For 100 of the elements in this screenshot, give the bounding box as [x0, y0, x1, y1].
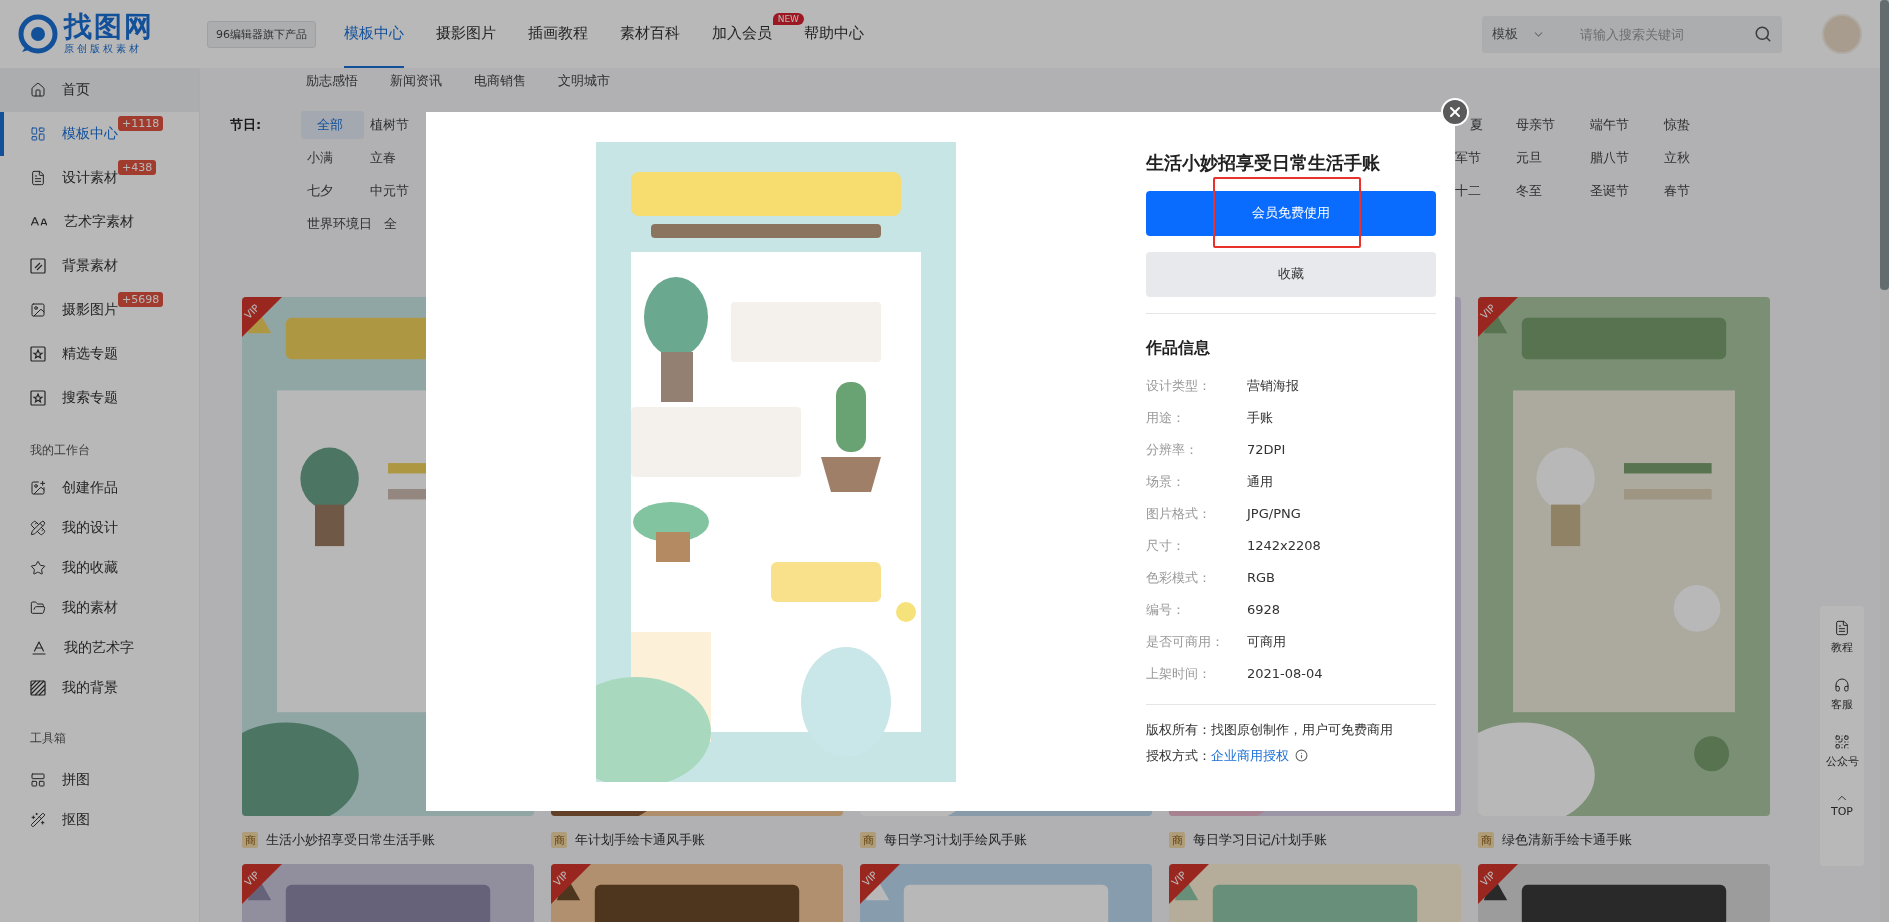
home-icon	[30, 82, 46, 98]
license-tag: 商	[551, 832, 567, 848]
sidebar-item[interactable]: 摄影图片 +5698	[0, 288, 199, 332]
sidebar-item[interactable]: 我的设计	[0, 508, 199, 548]
logo-tagline: 原创版权素材	[64, 42, 143, 56]
filter-tag[interactable]: 军节	[1455, 144, 1487, 172]
nav-tab[interactable]: 模板中心	[344, 0, 404, 68]
filter-tag[interactable]: 惊蛰	[1658, 111, 1732, 139]
filter-tag[interactable]: 植树节	[364, 111, 427, 139]
count-badge: +5698	[118, 292, 164, 307]
template-card[interactable]: VIP	[1478, 297, 1770, 816]
category-link[interactable]: 文明城市	[558, 72, 610, 90]
filter-tag[interactable]: 中元节	[364, 177, 427, 205]
filter-tag[interactable]: 小满	[301, 144, 364, 172]
template-card[interactable]: VIP	[1478, 864, 1770, 922]
license-tag: 商	[860, 832, 876, 848]
info-value: 营销海报	[1247, 376, 1299, 395]
card-title[interactable]: 每日学习计划手绘风手账	[884, 831, 1027, 849]
favorite-button[interactable]: 收藏	[1146, 251, 1436, 297]
layout-icon	[30, 126, 46, 142]
new-badge: NEW	[772, 13, 804, 25]
filter-tag[interactable]: 元旦	[1510, 144, 1584, 172]
sidebar-item[interactable]: 我的艺术字	[0, 628, 199, 668]
category-link[interactable]: 新闻资讯	[390, 72, 442, 90]
template-card[interactable]: VIP	[860, 864, 1152, 922]
tool-button[interactable]: 教程	[1831, 620, 1853, 655]
info-label: 场景：	[1146, 472, 1186, 491]
template-card[interactable]: VIP	[551, 864, 843, 922]
license-link[interactable]: 企业商用授权	[1211, 746, 1289, 765]
nav-tab[interactable]: 摄影图片	[436, 0, 496, 68]
filter-tag[interactable]: 母亲节	[1510, 111, 1584, 139]
nav-tab[interactable]: 插画教程	[528, 0, 588, 68]
section-title: 我的工作台	[29, 442, 91, 459]
filter-tag[interactable]: 夏	[1470, 111, 1489, 139]
card-title[interactable]: 生活小妙招享受日常生活手账	[266, 831, 435, 849]
info-label: 图片格式：	[1146, 504, 1212, 523]
search-icon[interactable]	[1754, 25, 1772, 43]
filter-tag[interactable]: 十二	[1455, 177, 1487, 205]
close-button[interactable]	[1441, 97, 1469, 126]
category-link[interactable]: 电商销售	[474, 72, 526, 90]
sidebar-item[interactable]: 搜索专题	[0, 376, 199, 420]
info-label: 编号：	[1146, 600, 1186, 619]
filter-tag[interactable]: 七夕	[301, 177, 364, 205]
filter-tag[interactable]: 端午节	[1584, 111, 1658, 139]
tool-button[interactable]: 公众号	[1825, 734, 1859, 769]
document-icon	[30, 170, 46, 186]
image-plus-icon	[30, 480, 46, 496]
square-slash-icon	[30, 258, 46, 274]
info-label: 用途：	[1146, 408, 1186, 427]
sidebar-item[interactable]: 精选专题	[0, 332, 199, 376]
category-link[interactable]: 励志感悟	[306, 72, 358, 90]
sidebar-item[interactable]: 我的素材	[0, 588, 199, 628]
sidebar-item[interactable]: 我的背景	[0, 668, 199, 708]
filter-tag[interactable]: 腊八节	[1584, 144, 1658, 172]
sidebar-item[interactable]: 抠图	[0, 800, 199, 840]
filter-tag[interactable]: 春节	[1658, 177, 1732, 205]
sidebar-item[interactable]: 拼图	[0, 760, 199, 800]
filter-tag[interactable]: 圣诞节	[1584, 177, 1658, 205]
sidebar-item[interactable]: 模板中心 +1118	[0, 112, 199, 156]
filter-tag[interactable]: 立秋	[1658, 144, 1732, 172]
card-title[interactable]: 年计划手绘卡通风手账	[575, 831, 705, 849]
sidebar-item[interactable]: 我的收藏	[0, 548, 199, 588]
search-field[interactable]: 模板 请输入搜索关键词	[1482, 15, 1782, 53]
star-square-icon	[30, 346, 46, 362]
folder-icon	[30, 600, 46, 616]
scope-dropdown[interactable]: 模板	[1492, 25, 1578, 43]
nav-tab[interactable]: 帮助中心	[804, 0, 864, 68]
sidebar-item[interactable]: 创建作品	[0, 468, 199, 508]
image-icon	[30, 302, 46, 318]
logo-name[interactable]: 找图网	[64, 12, 154, 42]
sidebar-item[interactable]: 艺术字素材	[0, 200, 199, 244]
sidebar-item[interactable]: 首页	[0, 68, 199, 112]
grid-icon	[30, 772, 46, 788]
filter-tag[interactable]: 世界环境日	[301, 210, 378, 238]
filter-tag[interactable]: 立春	[364, 144, 427, 172]
info-value: RGB	[1247, 570, 1276, 585]
nav-tab[interactable]: 素材百科	[620, 0, 680, 68]
scrollbar[interactable]	[1880, 0, 1889, 290]
license-tag: 商	[1478, 832, 1494, 848]
info-value: 6928	[1247, 602, 1281, 617]
filter-label: 节日:	[230, 116, 263, 134]
section-title: 作品信息	[1146, 337, 1211, 359]
use-button[interactable]: 会员免费使用	[1146, 190, 1436, 236]
sidebar-item[interactable]: 设计素材 +438	[0, 156, 199, 200]
copyright-text: 版权所有：找图原创制作，用户可免费商用	[1146, 720, 1393, 739]
info-value: 1242x2208	[1247, 538, 1321, 553]
template-card[interactable]: VIP	[1169, 864, 1461, 922]
tool-button[interactable]: 客服	[1831, 677, 1853, 712]
filter-tag[interactable]: 冬至	[1510, 177, 1584, 205]
star-square-icon	[30, 390, 46, 406]
card-title[interactable]: 绿色清新手绘卡通手账	[1502, 831, 1632, 849]
info-icon[interactable]	[1295, 749, 1308, 762]
count-badge: +1118	[118, 116, 164, 131]
card-title[interactable]: 每日学习日记/计划手账	[1193, 831, 1328, 849]
template-card[interactable]: VIP	[242, 864, 534, 922]
document-icon	[1834, 620, 1850, 636]
tool-button[interactable]: TOP	[1831, 791, 1853, 818]
license-tag: 商	[1169, 832, 1185, 848]
filter-tag[interactable]: 全部	[301, 111, 364, 139]
sidebar-item[interactable]: 背景素材	[0, 244, 199, 288]
